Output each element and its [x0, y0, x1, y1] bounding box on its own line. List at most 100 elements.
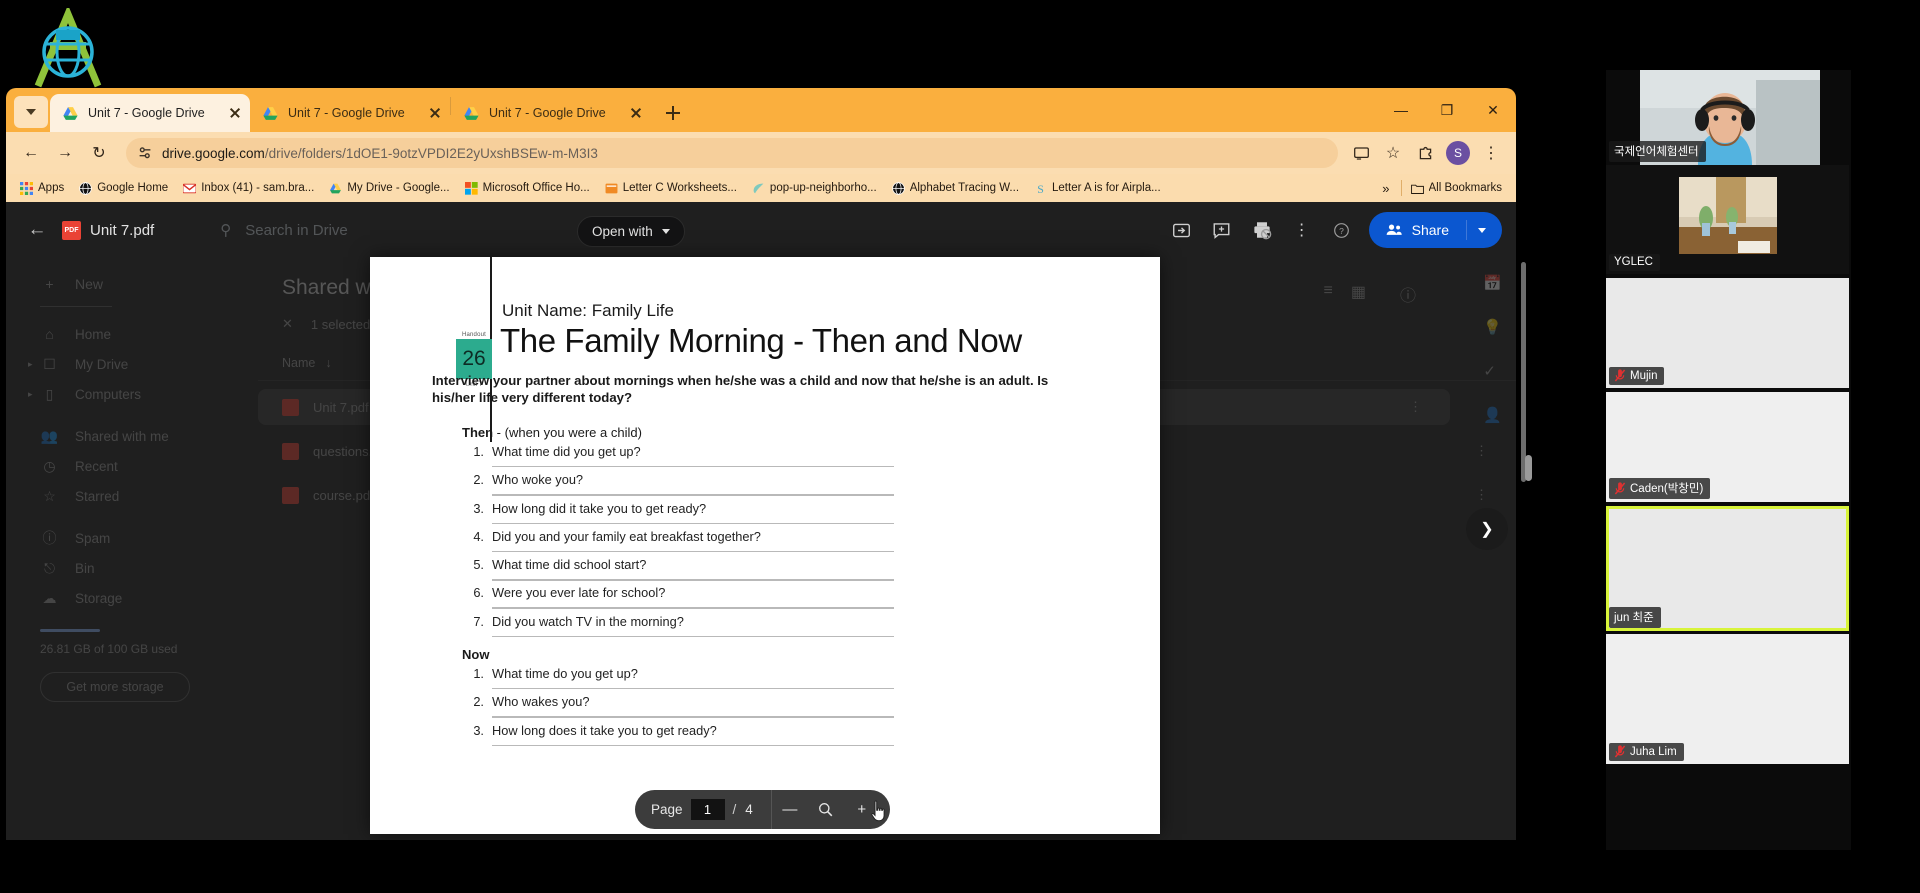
document-title: The Family Morning - Then and Now — [500, 322, 1022, 359]
add-comment-button[interactable] — [1205, 213, 1239, 247]
sidebar-item-home[interactable]: ⌂ Home — [6, 319, 258, 349]
sidebar-item-starred[interactable]: ☆ Starred — [6, 481, 258, 511]
bookmark-inbox[interactable]: Inbox (41) - sam.bra... — [177, 179, 320, 198]
address-bar[interactable]: drive.google.com/drive/folders/1dOE1-9ot… — [126, 138, 1338, 168]
minus-icon: — — [782, 801, 798, 818]
profile-avatar[interactable]: S — [1446, 141, 1470, 165]
zoom-out-button[interactable]: — — [772, 790, 808, 829]
bookmark-alphabet-tracing[interactable]: Alphabet Tracing W... — [886, 179, 1025, 198]
next-file-button[interactable]: ❯ — [1466, 508, 1508, 550]
close-icon[interactable] — [627, 104, 645, 122]
more-options-button[interactable]: ⋮ — [1285, 213, 1319, 247]
close-icon[interactable] — [226, 104, 244, 122]
bookmarks-overflow-button[interactable]: » — [1374, 179, 1397, 198]
sidebar-item-storage[interactable]: ☁ Storage — [6, 583, 258, 613]
pdf-scrollbar-thumb[interactable] — [1525, 455, 1532, 481]
participant-name-label: Mujin — [1609, 367, 1665, 385]
browser-menu-button[interactable]: ⋮ — [1476, 138, 1506, 168]
cast-button[interactable] — [1346, 138, 1376, 168]
question-row: 2. Who woke you? — [462, 470, 1122, 498]
participant-name: 국제언어체험센터 — [1614, 146, 1699, 158]
participant-tile-4[interactable]: jun 최준 — [1606, 506, 1849, 631]
page-number-input[interactable]: 1 — [690, 799, 725, 820]
list-view-icon[interactable]: ≡ — [1324, 282, 1333, 302]
maximize-button[interactable]: ❐ — [1424, 88, 1470, 132]
sidebar-item-label: Recent — [75, 458, 118, 474]
participant-name: jun 최준 — [1614, 612, 1654, 624]
sidebar-item-my-drive[interactable]: ▸ ☐ My Drive — [6, 349, 258, 379]
open-with-button[interactable]: Open with — [577, 216, 685, 247]
participant-name: Caden(박창민) — [1630, 483, 1704, 495]
bookmark-letter-a-airplane[interactable]: S Letter A is for Airpla... — [1028, 179, 1167, 198]
chevron-right-icon[interactable]: ▸ — [28, 359, 33, 370]
bookmark-letter-c-worksheets[interactable]: Letter C Worksheets... — [599, 179, 743, 198]
section-heading: Now — [462, 647, 1122, 662]
question-row: 1. What time do you get up? — [462, 664, 1122, 692]
sidebar-item-recent[interactable]: ◷ Recent — [6, 451, 258, 481]
help-button[interactable]: ? — [1325, 213, 1359, 247]
calendar-icon[interactable]: 📅 — [1483, 274, 1502, 292]
browser-tab-1[interactable]: Unit 7 - Google Drive — [250, 94, 450, 132]
back-button[interactable]: ← — [16, 138, 46, 168]
minimize-button[interactable]: — — [1378, 88, 1424, 132]
tab-search-button[interactable] — [14, 96, 48, 128]
participant-tile-2[interactable]: Mujin — [1606, 278, 1849, 388]
mute-icon — [1614, 745, 1626, 758]
participant-tile-1[interactable]: YGLEC — [1606, 165, 1849, 274]
bookmark-my-drive[interactable]: My Drive - Google... — [323, 179, 455, 198]
all-bookmarks-button[interactable]: All Bookmarks — [1405, 179, 1509, 198]
answer-line — [492, 716, 894, 718]
page-title: Unit 7.pdf — [90, 221, 155, 239]
participant-tile-5[interactable]: Juha Lim — [1606, 634, 1849, 764]
question-number: 1. — [473, 666, 484, 681]
close-window-button[interactable]: ✕ — [1470, 88, 1516, 132]
info-icon[interactable]: ⓘ — [1400, 282, 1416, 306]
close-icon[interactable] — [426, 104, 444, 122]
browser-tab-0[interactable]: Unit 7 - Google Drive — [50, 94, 250, 132]
reload-button[interactable]: ↻ — [84, 138, 114, 168]
sidebar-item-shared-with-me[interactable]: 👥 Shared with me — [6, 421, 258, 451]
tune-icon[interactable] — [136, 144, 154, 162]
share-button[interactable]: Share — [1368, 212, 1502, 248]
get-more-storage-button[interactable]: Get more storage — [40, 672, 190, 702]
tasks-icon[interactable]: ✓ — [1483, 362, 1502, 380]
contacts-icon[interactable]: 👤 — [1483, 406, 1502, 424]
forward-button[interactable]: → — [50, 138, 80, 168]
star-icon: ☆ — [43, 487, 56, 504]
bookmark-pop-up-neighborhood[interactable]: pop-up-neighborho... — [746, 179, 883, 198]
add-to-drive-button[interactable] — [1165, 213, 1199, 247]
print-button[interactable] — [1245, 213, 1279, 247]
bookmark-microsoft-office[interactable]: Microsoft Office Ho... — [459, 179, 596, 198]
browser-tab-2[interactable]: Unit 7 - Google Drive — [451, 94, 651, 132]
question-number: 1. — [473, 444, 484, 459]
new-button[interactable]: + New — [40, 276, 258, 292]
bookmark-google-home[interactable]: Google Home — [73, 179, 174, 198]
bookmark-label: Apps — [38, 182, 65, 194]
keep-icon[interactable]: 💡 — [1483, 318, 1502, 336]
bookmark-label: Letter A is for Airpla... — [1052, 182, 1161, 194]
pdf-scrollbar-track[interactable] — [1521, 262, 1526, 482]
drive-back-button[interactable]: ← — [20, 213, 54, 247]
sidebar-item-bin[interactable]: ⎋ Bin — [6, 553, 258, 583]
clear-selection-button[interactable]: ✕ — [282, 316, 293, 332]
row-more-button[interactable]: ⋮ — [1409, 399, 1422, 415]
sidebar-item-computers[interactable]: ▸ ▯ Computers — [6, 379, 258, 409]
bookmark-apps[interactable]: Apps — [14, 179, 70, 198]
zoom-reset-button[interactable] — [808, 790, 844, 829]
chevron-down-icon[interactable] — [1478, 227, 1486, 233]
participant-tile-3[interactable]: Caden(박창민) — [1606, 392, 1849, 502]
row-more-button[interactable]: ⋮ — [1475, 443, 1488, 459]
bookmark-star-button[interactable]: ☆ — [1378, 138, 1408, 168]
participant-tile-0[interactable]: 국제언어체험센터 — [1606, 70, 1849, 165]
participant-name-label: YGLEC — [1609, 254, 1660, 271]
question-number: 5. — [473, 557, 484, 573]
grid-view-icon[interactable]: ▦ — [1351, 282, 1366, 302]
new-tab-button[interactable] — [659, 99, 687, 127]
sidebar-item-spam[interactable]: ⓘ Spam — [6, 523, 258, 553]
bookmark-label: Letter C Worksheets... — [622, 182, 737, 194]
row-more-button[interactable]: ⋮ — [1475, 487, 1488, 503]
extensions-button[interactable] — [1410, 138, 1440, 168]
drive-search[interactable]: ⚲ Search in Drive — [220, 221, 348, 240]
question-text: Did you watch TV in the morning? — [492, 613, 684, 629]
chevron-right-icon[interactable]: ▸ — [28, 389, 33, 400]
